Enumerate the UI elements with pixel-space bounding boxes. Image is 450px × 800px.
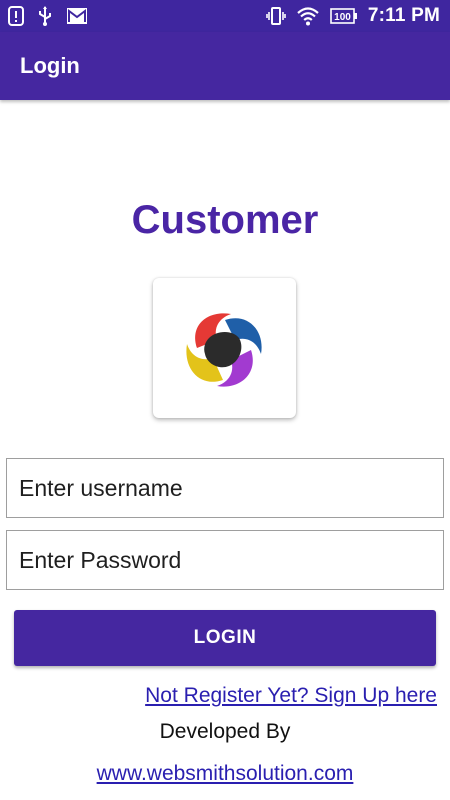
battery-icon: 100	[330, 8, 358, 24]
status-right-icons: 100 7:11 PM	[266, 4, 440, 28]
status-time: 7:11 PM	[367, 5, 440, 26]
app-bar-title: Login	[20, 53, 80, 78]
alert-icon	[8, 6, 24, 26]
page-heading: Customer	[131, 198, 319, 242]
vibrate-icon	[266, 6, 286, 26]
signup-link[interactable]: Not Register Yet? Sign Up here	[145, 684, 437, 708]
login-button[interactable]: LOGIN	[14, 610, 436, 666]
status-left-icons	[8, 5, 88, 27]
password-input[interactable]	[6, 530, 444, 590]
battery-level: 100	[334, 12, 351, 23]
developed-by-label: Developed By	[159, 720, 291, 743]
website-link[interactable]: www.websmithsolution.com	[0, 762, 450, 786]
gmail-icon	[66, 7, 88, 25]
logo-card	[153, 278, 296, 418]
wifi-icon	[296, 6, 320, 26]
username-input[interactable]	[6, 458, 444, 518]
status-bar: 100 7:11 PM	[0, 0, 450, 32]
app-bar: Login	[0, 32, 450, 100]
usb-icon	[38, 6, 52, 26]
